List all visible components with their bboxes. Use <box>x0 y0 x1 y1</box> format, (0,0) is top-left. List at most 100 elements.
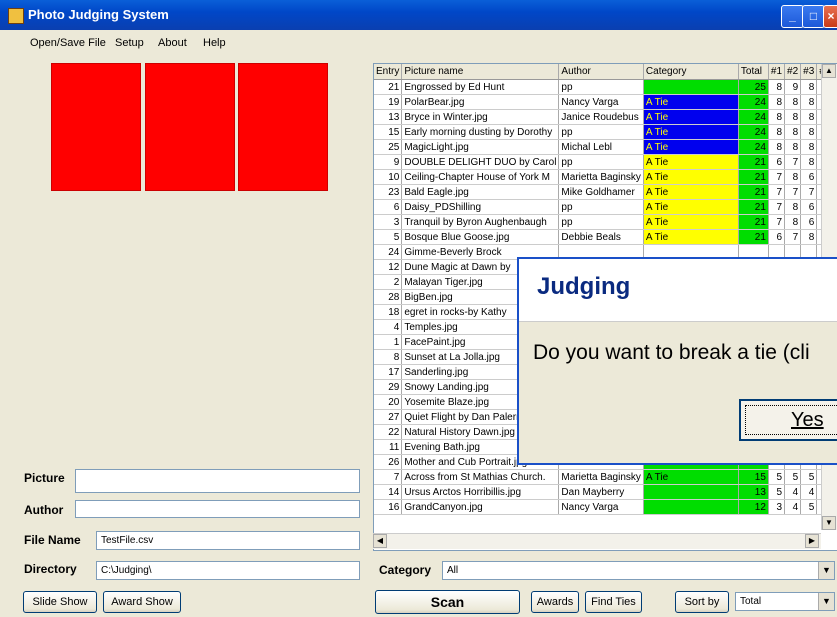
category-label: Category <box>379 563 432 577</box>
table-row[interactable]: 15 Early morning dusting by Dorothy pp A Ti… <box>374 124 830 140</box>
table-cell-j3: 6 <box>800 199 818 215</box>
table-cell-j2: 8 <box>784 124 802 140</box>
table-cell-category <box>643 484 739 500</box>
table-cell-name: Bosque Blue Goose.jpg <box>401 229 560 245</box>
table-row[interactable]: 23 Bald Eagle.jpg Mike Goldhamer A Tie 21 7 7 7 <box>374 184 830 200</box>
table-row[interactable]: 13 Bryce in Winter.jpg Janice Roudebus A Ti… <box>374 109 830 125</box>
scroll-down-icon[interactable]: ▼ <box>822 516 836 530</box>
horizontal-scrollbar[interactable]: ◀ ▶ <box>373 533 821 549</box>
table-cell-category: A Tie <box>643 199 739 215</box>
column-header[interactable]: #1 <box>768 64 786 80</box>
scroll-up-icon[interactable]: ▲ <box>822 64 836 78</box>
table-cell-entry: 17 <box>374 364 403 380</box>
table-row[interactable]: 21 Engrossed by Ed Hunt pp 25 8 9 8 <box>374 79 830 95</box>
dialog-title-bar: Judging <box>519 259 837 322</box>
table-cell-name: Bald Eagle.jpg <box>401 184 560 200</box>
table-row[interactable]: 19 PolarBear.jpg Nancy Varga A Tie 24 8 8 8 <box>374 94 830 110</box>
chevron-down-icon[interactable]: ▼ <box>818 593 834 610</box>
table-cell-j1: 8 <box>768 139 786 155</box>
table-cell-entry: 13 <box>374 109 403 125</box>
directory-field[interactable]: C:\Judging\ <box>96 561 360 580</box>
table-row[interactable]: 14 Ursus Arctos Horribillis.jpg Dan Mayber… <box>374 484 830 500</box>
find-ties-button[interactable]: Find Ties <box>585 591 642 613</box>
table-cell-total: 24 <box>738 109 769 125</box>
table-cell-total: 24 <box>738 94 769 110</box>
sort-select[interactable]: Total ▼ <box>735 592 835 611</box>
table-cell-name: Tranquil by Byron Aughenbaugh <box>401 214 560 230</box>
table-cell-author: Mike Goldhamer <box>558 184 644 200</box>
table-cell-entry: 18 <box>374 304 403 320</box>
menu-about[interactable]: About <box>158 37 187 49</box>
sort-by-button[interactable]: Sort by <box>675 591 729 613</box>
directory-label: Directory <box>24 562 77 576</box>
scroll-left-icon[interactable]: ◀ <box>373 534 387 548</box>
scroll-right-icon[interactable]: ▶ <box>805 534 819 548</box>
table-row[interactable]: 9 DOUBLE DELIGHT DUO by Carol pp A Tie 21 6 7 8 <box>374 154 830 170</box>
color-swatch-3 <box>238 63 328 191</box>
table-cell-category: A Tie <box>643 124 739 140</box>
file-name-field[interactable]: TestFile.csv <box>96 531 360 550</box>
awards-button[interactable]: Awards <box>531 591 579 613</box>
table-row[interactable]: 5 Bosque Blue Goose.jpg Debbie Beals A Tie 2… <box>374 229 830 245</box>
table-cell-j2: 7 <box>784 154 802 170</box>
table-cell-author: Marietta Baginsky <box>558 169 644 185</box>
close-button[interactable]: × <box>823 5 837 28</box>
table-cell-j2: 8 <box>784 214 802 230</box>
table-row[interactable]: 16 GrandCanyon.jpg Nancy Varga 12 3 4 5 <box>374 499 830 515</box>
table-cell-j1: 6 <box>768 154 786 170</box>
column-header[interactable]: #2 <box>784 64 802 80</box>
table-row[interactable]: 10 Ceiling-Chapter House of York M Mariett… <box>374 169 830 185</box>
scan-button[interactable]: Scan <box>375 590 520 614</box>
table-cell-j1: 6 <box>768 229 786 245</box>
table-cell-name: Across from St Mathias Church. <box>401 469 560 485</box>
table-cell-j2: 5 <box>784 469 802 485</box>
table-cell-total: 21 <box>738 214 769 230</box>
table-cell-name: Daisy_PDShilling <box>401 199 560 215</box>
table-cell-total: 12 <box>738 499 769 515</box>
table-cell-author: Debbie Beals <box>558 229 644 245</box>
table-cell-j3: 8 <box>800 139 818 155</box>
minimize-button[interactable]: _ <box>781 5 804 28</box>
table-cell-j1: 8 <box>768 79 786 95</box>
table-cell-category: A Tie <box>643 139 739 155</box>
menu-help[interactable]: Help <box>203 37 226 49</box>
table-cell-entry: 1 <box>374 334 403 350</box>
award-show-button[interactable]: Award Show <box>103 591 181 613</box>
table-cell-total: 21 <box>738 229 769 245</box>
column-header[interactable]: Author <box>558 64 644 80</box>
menu-open-save-file[interactable]: Open/Save File <box>30 37 106 49</box>
table-cell-j3: 8 <box>800 124 818 140</box>
table-cell-category: A Tie <box>643 184 739 200</box>
table-row[interactable]: 6 Daisy_PDShilling pp A Tie 21 7 8 6 <box>374 199 830 215</box>
category-select[interactable]: All ▼ <box>442 561 835 580</box>
table-cell-total: 25 <box>738 79 769 95</box>
dialog-message: Do you want to break a tie (cli <box>533 341 810 364</box>
author-field[interactable] <box>75 500 360 518</box>
chevron-down-icon[interactable]: ▼ <box>818 562 834 579</box>
table-cell-j2: 9 <box>784 79 802 95</box>
table-cell-entry: 15 <box>374 124 403 140</box>
table-cell-entry: 20 <box>374 394 403 410</box>
maximize-button[interactable]: □ <box>802 5 825 28</box>
table-row[interactable]: 7 Across from St Mathias Church. Marietta … <box>374 469 830 485</box>
table-cell-j1: 3 <box>768 499 786 515</box>
menu-setup[interactable]: Setup <box>115 37 144 49</box>
column-header[interactable]: #3 <box>800 64 818 80</box>
table-cell-entry: 26 <box>374 454 403 470</box>
table-cell-name: MagicLight.jpg <box>401 139 560 155</box>
picture-field[interactable] <box>75 469 360 493</box>
column-header[interactable]: Entry <box>374 64 403 80</box>
table-cell-total: 24 <box>738 124 769 140</box>
table-cell-category <box>643 79 739 95</box>
column-header[interactable]: Picture name <box>401 64 560 80</box>
table-cell-category: A Tie <box>643 229 739 245</box>
slide-show-button[interactable]: Slide Show <box>23 591 97 613</box>
table-row[interactable]: 3 Tranquil by Byron Aughenbaugh pp A Tie 21 7… <box>374 214 830 230</box>
column-header[interactable]: Total <box>738 64 769 80</box>
column-header[interactable]: Category <box>643 64 739 80</box>
picture-label: Picture <box>24 471 65 485</box>
table-row[interactable]: 25 MagicLight.jpg Michal Lebl A Tie 24 8 8 8 <box>374 139 830 155</box>
table-cell-entry: 7 <box>374 469 403 485</box>
table-cell-j1: 7 <box>768 214 786 230</box>
yes-button[interactable]: Yes <box>739 399 837 441</box>
